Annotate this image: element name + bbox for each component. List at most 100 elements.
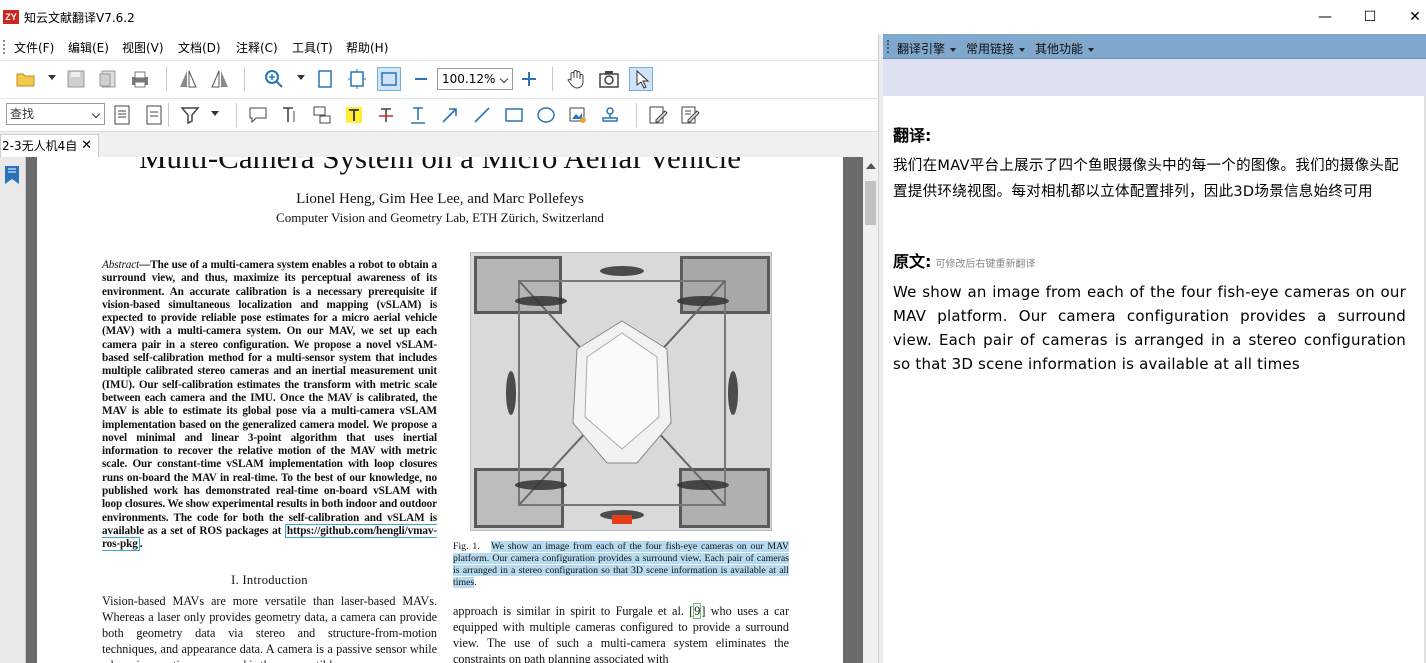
- paper-title: Multi-Camera System on a Micro Aerial Ve…: [138, 157, 742, 175]
- open-dropdown-icon[interactable]: [48, 75, 56, 80]
- flip-left-icon[interactable]: [176, 67, 200, 91]
- app-logo: ZY: [3, 10, 19, 24]
- abstract: Abstract—The use of a multi-camera syste…: [102, 259, 437, 552]
- abstract-label: Abstract: [102, 259, 140, 271]
- paper-affiliation: Computer Vision and Geometry Lab, ETH Zü…: [276, 210, 604, 225]
- page-prev-icon[interactable]: [110, 103, 134, 127]
- menu-translation-engine[interactable]: 翻译引擎: [897, 40, 957, 57]
- menu-view[interactable]: 视图(V): [122, 39, 164, 56]
- figure-image: [470, 252, 772, 531]
- menu-grip: [3, 40, 5, 54]
- toolbar-divider: [636, 103, 637, 127]
- intro-text: Vision-based MAVs are more versatile tha…: [102, 594, 437, 663]
- close-window-button[interactable]: ✕: [1405, 8, 1425, 26]
- toolbar-divider: [166, 67, 167, 91]
- bookmark-icon[interactable]: [4, 165, 20, 188]
- original-hint: 可修改后右键重新翻译: [935, 259, 1036, 270]
- vertical-scrollbar[interactable]: [863, 157, 878, 663]
- underline-icon[interactable]: [406, 103, 430, 127]
- chevron-down-icon: [499, 74, 509, 84]
- select-tool-icon[interactable]: [629, 67, 653, 91]
- body-text-part: approach is similar in spirit to Furgale…: [453, 604, 694, 618]
- maximize-button[interactable]: ☐: [1360, 8, 1380, 26]
- scroll-thumb[interactable]: [865, 181, 876, 225]
- panel-band: [883, 59, 1426, 96]
- zoom-value: 100.12%: [442, 72, 496, 86]
- annotation-toolbar: [0, 98, 878, 131]
- scroll-up-icon[interactable]: [866, 163, 876, 169]
- text-tool-icon[interactable]: [278, 103, 302, 127]
- original-heading-row: 原文: 可修改后右键重新翻译: [893, 248, 1035, 272]
- fit-width-icon[interactable]: [345, 67, 369, 91]
- menu-document[interactable]: 文档(D): [178, 39, 221, 56]
- menu-edit[interactable]: 编辑(E): [68, 39, 109, 56]
- section-heading: I. Introduction: [231, 573, 308, 587]
- paper-authors: Lionel Heng, Gim Hee Lee, and Marc Polle…: [296, 191, 584, 207]
- fit-visible-icon[interactable]: [377, 67, 401, 91]
- menu-tools[interactable]: 工具(T): [292, 39, 333, 56]
- open-folder-icon[interactable]: [14, 67, 38, 91]
- callout-icon[interactable]: [310, 103, 334, 127]
- toolbar-divider: [244, 67, 245, 91]
- edit-document-icon[interactable]: [646, 103, 670, 127]
- body-text-right: approach is similar in spirit to Furgale…: [453, 603, 789, 663]
- tab-document[interactable]: 2-3无人机4自 ✕: [0, 134, 99, 158]
- menu-annotate[interactable]: 注释(C): [236, 39, 278, 56]
- figure-caption: Fig. 1. We show an image from each of th…: [453, 541, 789, 588]
- form-edit-icon[interactable]: [678, 103, 702, 127]
- original-text[interactable]: We show an image from each of the four f…: [893, 280, 1406, 376]
- menu-common-links[interactable]: 常用链接: [966, 40, 1026, 57]
- flip-right-icon[interactable]: [208, 67, 232, 91]
- comment-icon[interactable]: [246, 103, 270, 127]
- rectangle-icon[interactable]: [502, 103, 526, 127]
- zoom-plus-icon[interactable]: [517, 67, 541, 91]
- zoom-dropdown-icon[interactable]: [297, 75, 305, 80]
- figure-label: Fig. 1.: [453, 541, 480, 552]
- toolbar-divider: [168, 103, 169, 127]
- stamp-icon[interactable]: [598, 103, 622, 127]
- menu-other-functions[interactable]: 其他功能: [1035, 40, 1095, 57]
- pdf-viewer[interactable]: Multi-Camera System on a Micro Aerial Ve…: [26, 157, 863, 663]
- print-icon[interactable]: [128, 67, 152, 91]
- fit-page-icon[interactable]: [313, 67, 337, 91]
- bookmark-sidebar: [0, 157, 26, 663]
- strikeout-icon[interactable]: [374, 103, 398, 127]
- ellipse-icon[interactable]: [534, 103, 558, 127]
- zoom-in-icon[interactable]: [262, 67, 286, 91]
- panel-grip: [887, 40, 889, 53]
- image-insert-icon[interactable]: [566, 103, 590, 127]
- arrow-icon[interactable]: [438, 103, 462, 127]
- line-icon[interactable]: [470, 103, 494, 127]
- hand-tool-icon[interactable]: [564, 67, 588, 91]
- translation-panel-menu: 翻译引擎 常用链接 其他功能: [883, 34, 1426, 59]
- zoom-out-icon[interactable]: [409, 67, 433, 91]
- toolbar-divider: [552, 67, 553, 91]
- caret-down-icon: [1019, 47, 1026, 52]
- stamp-tool-icon[interactable]: [178, 103, 202, 127]
- zoom-select[interactable]: 100.12%: [437, 68, 513, 90]
- document-tab-bar: 2-3无人机4自 ✕: [0, 131, 878, 158]
- save-as-icon[interactable]: [96, 67, 120, 91]
- snapshot-icon[interactable]: [597, 67, 621, 91]
- title-bar: ZY 知云文献翻译V7.6.2 — ☐ ✕: [0, 0, 1426, 34]
- tab-label: 2-3无人机4自: [2, 139, 78, 153]
- menu-label: 常用链接: [966, 42, 1015, 56]
- minimize-button[interactable]: —: [1315, 8, 1335, 26]
- save-icon[interactable]: [64, 67, 88, 91]
- menu-help[interactable]: 帮助(H): [346, 39, 388, 56]
- close-tab-icon[interactable]: ✕: [81, 135, 92, 157]
- menu-label: 其他功能: [1035, 42, 1084, 56]
- selected-caption-text[interactable]: We show an image from each of the four f…: [453, 541, 789, 588]
- window-title: 知云文献翻译V7.6.2: [24, 11, 135, 25]
- page-next-icon[interactable]: [142, 103, 166, 127]
- menu-file[interactable]: 文件(F): [14, 39, 54, 56]
- search-input[interactable]: 查找: [6, 103, 105, 125]
- pdf-page: Multi-Camera System on a Micro Aerial Ve…: [37, 157, 843, 663]
- filter-dropdown-icon[interactable]: [211, 111, 219, 116]
- translation-heading: 翻译:: [893, 126, 932, 145]
- caret-down-icon: [1088, 47, 1095, 52]
- highlight-icon[interactable]: [342, 103, 366, 127]
- caret-down-icon: [950, 47, 957, 52]
- original-heading: 原文:: [893, 252, 932, 271]
- chevron-down-icon: [91, 109, 101, 119]
